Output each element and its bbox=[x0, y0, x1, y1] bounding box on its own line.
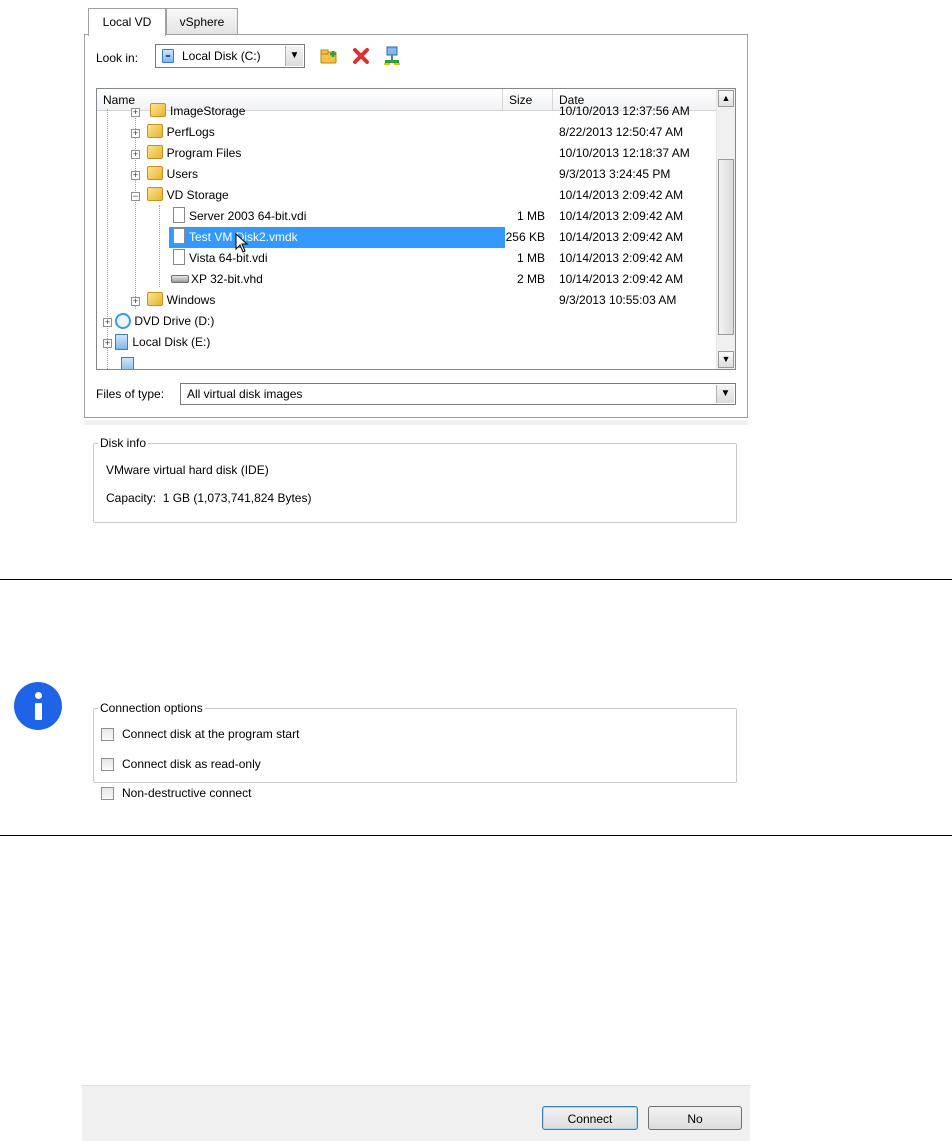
item-date: 10/14/2013 2:09:42 AM bbox=[559, 188, 684, 202]
item-name: Users bbox=[166, 167, 199, 181]
collapse-icon[interactable]: − bbox=[131, 192, 140, 201]
folder-icon bbox=[146, 187, 163, 201]
local-disk-icon bbox=[162, 49, 174, 63]
checkbox-label[interactable]: Connect disk at the program start bbox=[122, 727, 299, 741]
item-name: ImageStorage bbox=[170, 104, 246, 118]
expand-icon[interactable]: + bbox=[131, 129, 140, 138]
list-item[interactable]: Server 2003 64-bit.vdi 1 MB 10/14/2013 2… bbox=[97, 206, 717, 227]
list-item[interactable]: − VD Storage 10/14/2013 2:09:42 AM bbox=[97, 185, 717, 206]
chevron-down-icon[interactable]: ▼ bbox=[285, 46, 303, 66]
checkbox-read-only[interactable] bbox=[101, 758, 114, 771]
new-folder-icon[interactable] bbox=[320, 48, 338, 64]
expand-icon[interactable]: + bbox=[131, 297, 140, 306]
list-item[interactable]: + ImageStorage 10/10/2013 12:37:56 AM bbox=[97, 101, 717, 125]
files-of-type-value: All virtual disk images bbox=[187, 387, 303, 401]
item-size: 1 MB bbox=[516, 209, 545, 223]
network-icon[interactable] bbox=[383, 46, 401, 66]
item-name: Program Files bbox=[166, 146, 242, 160]
expand-icon[interactable]: + bbox=[131, 108, 140, 117]
folder-icon bbox=[146, 145, 163, 159]
look-in-label: Look in: bbox=[96, 51, 139, 65]
tab-label: Local VD bbox=[102, 15, 152, 29]
list-item[interactable]: + Program Files 10/10/2013 12:18:37 AM bbox=[97, 143, 717, 164]
item-name: DVD Drive (D:) bbox=[134, 314, 215, 328]
item-name: Vista 64-bit.vdi bbox=[189, 251, 268, 265]
file-icon bbox=[173, 228, 185, 244]
tab-label: vSphere bbox=[179, 15, 225, 29]
item-name: Local Disk (E:) bbox=[132, 335, 211, 349]
files-of-type-label: Files of type: bbox=[96, 387, 165, 401]
look-in-value: Local Disk (C:) bbox=[182, 49, 261, 63]
info-icon bbox=[14, 682, 62, 730]
file-icon bbox=[173, 249, 185, 265]
disk-info-legend: Disk info bbox=[100, 436, 147, 450]
local-disk-icon bbox=[121, 357, 134, 369]
list-item[interactable]: Vista 64-bit.vdi 1 MB 10/14/2013 2:09:42… bbox=[97, 248, 717, 269]
list-item[interactable]: + PerfLogs 8/22/2013 12:50:47 AM bbox=[97, 122, 717, 143]
chevron-down-icon[interactable]: ▼ bbox=[716, 385, 734, 403]
divider bbox=[0, 579, 952, 580]
connect-button[interactable]: Connect bbox=[542, 1106, 638, 1130]
expand-icon[interactable]: + bbox=[103, 339, 112, 348]
item-size: 2 MB bbox=[516, 272, 545, 286]
item-name: VD Storage bbox=[166, 188, 229, 202]
dvd-drive-icon bbox=[115, 313, 132, 329]
disk-info-background bbox=[84, 420, 748, 425]
disk-info-group: Disk info bbox=[93, 436, 737, 523]
folder-icon bbox=[150, 103, 166, 117]
item-date: 10/10/2013 12:37:56 AM bbox=[559, 104, 690, 118]
tab-local-vd[interactable]: Local VD bbox=[88, 8, 166, 36]
virtual-disk-icon bbox=[171, 275, 189, 283]
item-date: 10/10/2013 12:18:37 AM bbox=[559, 146, 690, 160]
scroll-down-button[interactable]: ▼ bbox=[718, 351, 734, 368]
expand-icon[interactable]: + bbox=[131, 171, 140, 180]
list-item[interactable]: + DVD Drive (D:) bbox=[97, 311, 717, 332]
expand-icon[interactable]: + bbox=[131, 150, 140, 159]
local-disk-icon bbox=[115, 334, 129, 350]
expand-icon[interactable]: + bbox=[103, 318, 112, 327]
vertical-scrollbar[interactable]: ▲ ▼ bbox=[716, 89, 735, 369]
no-button[interactable]: No bbox=[648, 1106, 742, 1130]
item-date: 8/22/2013 12:50:47 AM bbox=[559, 125, 684, 139]
disk-capacity-text: Capacity: 1 GB (1,073,741,824 Bytes) bbox=[106, 491, 312, 505]
item-date: 9/3/2013 10:55:03 AM bbox=[559, 293, 677, 307]
disk-type-text: VMware virtual hard disk (IDE) bbox=[106, 463, 269, 477]
item-name: Server 2003 64-bit.vdi bbox=[189, 209, 307, 223]
files-of-type-combo[interactable]: All virtual disk images ▼ bbox=[180, 383, 736, 405]
list-item-partial bbox=[97, 355, 717, 369]
folder-icon bbox=[146, 166, 163, 180]
checkbox-label[interactable]: Non-destructive connect bbox=[122, 786, 251, 800]
folder-icon bbox=[146, 124, 163, 138]
item-date: 9/3/2013 3:24:45 PM bbox=[559, 167, 671, 181]
checkbox-non-destructive[interactable] bbox=[101, 787, 114, 800]
tab-vsphere[interactable]: vSphere bbox=[166, 8, 238, 34]
scroll-up-button[interactable]: ▲ bbox=[718, 90, 734, 107]
item-date: 10/14/2013 2:09:42 AM bbox=[559, 209, 684, 223]
list-item[interactable]: + Local Disk (E:) bbox=[97, 332, 717, 353]
scroll-thumb[interactable] bbox=[718, 159, 734, 335]
list-item[interactable]: + Users 9/3/2013 3:24:45 PM bbox=[97, 164, 717, 185]
item-size: 256 KB bbox=[505, 230, 545, 244]
item-size: 1 MB bbox=[516, 251, 545, 265]
list-item-selected[interactable]: Test VM Disk2.vmdk 256 KB 10/14/2013 2:0… bbox=[97, 227, 717, 248]
delete-icon[interactable] bbox=[352, 48, 370, 64]
look-in-combo[interactable]: Local Disk (C:) ▼ bbox=[155, 44, 305, 68]
item-name: Windows bbox=[166, 293, 216, 307]
item-name: PerfLogs bbox=[166, 125, 215, 139]
file-list[interactable]: Name Size Date + ImageStorage 10/10/2013 … bbox=[96, 88, 736, 370]
list-item[interactable]: XP 32-bit.vhd 2 MB 10/14/2013 2:09:42 AM bbox=[97, 269, 717, 290]
file-icon bbox=[173, 207, 185, 223]
checkbox-label[interactable]: Connect disk as read-only bbox=[122, 757, 261, 771]
item-name: XP 32-bit.vhd bbox=[191, 272, 263, 286]
connection-options-legend: Connection options bbox=[100, 701, 203, 715]
item-date: 10/14/2013 2:09:42 AM bbox=[559, 230, 684, 244]
folder-icon bbox=[146, 292, 163, 306]
checkbox-connect-at-start[interactable] bbox=[101, 728, 114, 741]
list-item[interactable]: + Windows 9/3/2013 10:55:03 AM bbox=[97, 290, 717, 311]
item-date: 10/14/2013 2:09:42 AM bbox=[559, 272, 684, 286]
item-date: 10/14/2013 2:09:42 AM bbox=[559, 251, 684, 265]
